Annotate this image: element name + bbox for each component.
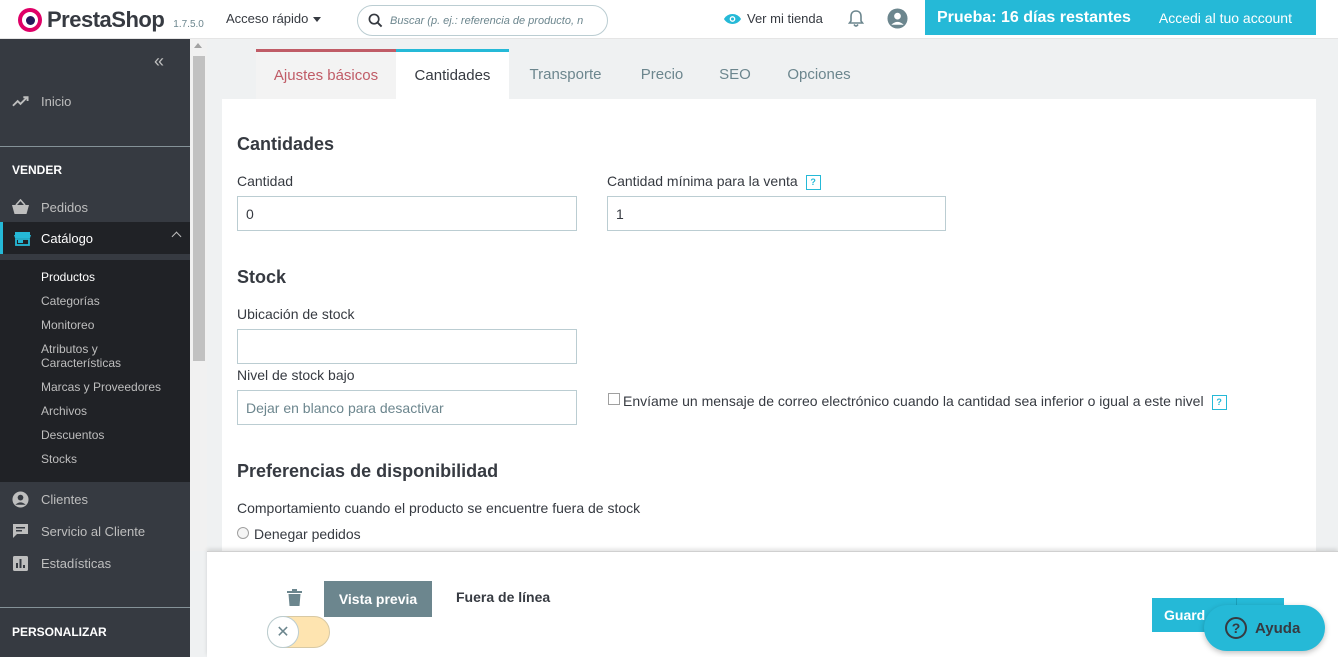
prestashop-logo-icon bbox=[18, 8, 42, 32]
email-alert-label-row: Envíame un mensaje de correo electrónico… bbox=[623, 393, 1227, 410]
sidebar-item-label: Inicio bbox=[41, 93, 72, 109]
offline-status-label: Fuera de línea bbox=[456, 589, 551, 605]
sidebar-item-label: Catálogo bbox=[41, 230, 94, 246]
sidebar-section-customize: PERSONALIZAR bbox=[12, 625, 107, 639]
sidebar-item-label: Estadísticas bbox=[41, 555, 112, 571]
version-label: 1.7.5.0 bbox=[173, 18, 204, 30]
help-circle-icon: ? bbox=[1225, 617, 1247, 639]
submenu-item-files[interactable]: Archivos bbox=[41, 404, 87, 418]
tab-shipping[interactable]: Transporte bbox=[509, 49, 622, 99]
sidebar-item-home[interactable]: Inicio bbox=[0, 90, 190, 112]
sidebar-item-orders[interactable]: Pedidos bbox=[0, 196, 190, 218]
submenu-item-attributes[interactable]: Atributos y Características bbox=[41, 342, 121, 370]
search-box[interactable] bbox=[357, 5, 608, 36]
min-quantity-input[interactable] bbox=[607, 196, 946, 231]
search-input[interactable] bbox=[390, 6, 604, 35]
product-footer-bar: Vista previa Fuera de línea ✕ Guard ? Ay… bbox=[207, 551, 1338, 657]
tab-options[interactable]: Opciones bbox=[768, 49, 870, 99]
submenu-item-categories[interactable]: Categorías bbox=[41, 294, 100, 308]
trash-icon bbox=[287, 589, 302, 606]
search-icon bbox=[368, 13, 383, 28]
sidebar-item-label: Pedidos bbox=[41, 199, 88, 215]
sidebar-item-customers[interactable]: Clientes bbox=[0, 488, 190, 510]
chevron-up-icon bbox=[171, 231, 182, 242]
eye-icon bbox=[723, 13, 742, 24]
tab-seo[interactable]: SEO bbox=[702, 49, 768, 99]
quantities-heading: Cantidades bbox=[237, 134, 335, 154]
min-quantity-label-text: Cantidad mínima para la venta bbox=[607, 173, 798, 189]
submenu-item-products[interactable]: Productos bbox=[41, 270, 95, 284]
sidebar-divider bbox=[0, 607, 190, 608]
stock-heading: Stock bbox=[237, 267, 287, 287]
scroll-up-arrow-icon[interactable] bbox=[194, 43, 202, 48]
stock-location-label: Ubicación de stock bbox=[237, 306, 355, 322]
save-label: Guard bbox=[1164, 607, 1206, 623]
store-icon bbox=[13, 231, 31, 246]
view-store-link[interactable]: Ver mi tienda bbox=[723, 11, 823, 26]
close-icon: ✕ bbox=[267, 616, 299, 648]
low-stock-label: Nivel de stock bajo bbox=[237, 367, 355, 383]
quantity-input[interactable] bbox=[237, 196, 577, 231]
deny-orders-radio[interactable] bbox=[237, 527, 249, 539]
view-store-label: Ver mi tienda bbox=[747, 11, 823, 26]
account-circle-icon bbox=[12, 490, 29, 508]
user-icon bbox=[887, 8, 908, 29]
availability-heading: Preferencias de disponibilidad bbox=[237, 461, 499, 481]
shopping-basket-icon bbox=[12, 199, 29, 214]
sidebar-item-label: Clientes bbox=[41, 491, 88, 507]
sidebar-divider bbox=[0, 146, 190, 147]
delete-button[interactable] bbox=[287, 589, 302, 609]
trial-account-link[interactable]: Accedi al tuo account bbox=[1159, 10, 1292, 26]
help-label: Ayuda bbox=[1255, 619, 1301, 637]
tab-basic-settings[interactable]: Ajustes básicos bbox=[256, 49, 396, 99]
logo[interactable]: PrestaShop 1.7.5.0 bbox=[18, 7, 204, 33]
catalog-submenu: Productos Categorías Monitoreo Atributos… bbox=[0, 260, 190, 482]
trending-up-icon bbox=[12, 95, 29, 106]
submenu-item-monitoring[interactable]: Monitoreo bbox=[41, 318, 94, 332]
sidebar-item-customer-service[interactable]: Servicio al Cliente bbox=[0, 520, 190, 542]
user-menu-button[interactable] bbox=[887, 8, 908, 32]
sidebar-item-catalog[interactable]: Catálogo bbox=[0, 222, 190, 254]
sidebar-section-sell: VENDER bbox=[12, 163, 63, 177]
scrollbar-thumb[interactable] bbox=[193, 56, 205, 361]
submenu-item-discounts[interactable]: Descuentos bbox=[41, 428, 104, 442]
notifications-button[interactable] bbox=[847, 9, 865, 31]
bar-chart-icon bbox=[13, 555, 28, 571]
submenu-item-stocks[interactable]: Stocks bbox=[41, 452, 77, 466]
tab-pricing[interactable]: Precio bbox=[622, 49, 702, 99]
email-alert-label: Envíame un mensaje de correo electrónico… bbox=[623, 393, 1204, 409]
sidebar: « Inicio VENDER Pedidos Catálogo Product… bbox=[0, 39, 190, 657]
trial-days-label: Prueba: 16 días restantes bbox=[937, 8, 1131, 26]
quick-access-dropdown[interactable]: Acceso rápido bbox=[226, 11, 322, 26]
quantity-label: Cantidad bbox=[237, 173, 294, 189]
help-button[interactable]: ? Ayuda bbox=[1204, 605, 1325, 651]
out-of-stock-behavior-label: Comportamiento cuando el producto se enc… bbox=[237, 500, 641, 516]
email-alert-checkbox[interactable] bbox=[608, 393, 620, 405]
product-tabs: Ajustes básicos Cantidades Transporte Pr… bbox=[256, 49, 870, 99]
caret-down-icon bbox=[313, 17, 322, 23]
submenu-item-brands[interactable]: Marcas y Proveedores bbox=[41, 380, 161, 394]
brand-name: PrestaShop bbox=[47, 7, 165, 32]
trial-banner[interactable]: Prueba: 16 días restantes Accedi al tuo … bbox=[925, 0, 1316, 35]
quick-access-label: Acceso rápido bbox=[226, 11, 309, 26]
stock-location-input[interactable] bbox=[237, 329, 577, 364]
help-icon[interactable]: ? bbox=[1211, 394, 1227, 410]
bell-icon bbox=[847, 10, 865, 27]
collapse-sidebar-icon[interactable]: « bbox=[154, 51, 164, 72]
low-stock-input[interactable] bbox=[237, 390, 577, 425]
tab-quantities[interactable]: Cantidades bbox=[396, 49, 509, 99]
sidebar-item-stats[interactable]: Estadísticas bbox=[0, 552, 190, 574]
deny-orders-label: Denegar pedidos bbox=[254, 526, 361, 542]
quantities-panel: Cantidades Cantidad Cantidad mínima para… bbox=[222, 99, 1316, 551]
min-quantity-label: Cantidad mínima para la venta? bbox=[607, 173, 821, 190]
help-icon[interactable]: ? bbox=[805, 174, 821, 190]
chat-icon bbox=[13, 524, 28, 538]
top-bar: PrestaShop 1.7.5.0 Acceso rápido Ver mi … bbox=[0, 0, 1338, 39]
online-toggle[interactable]: ✕ bbox=[267, 616, 330, 648]
preview-button[interactable]: Vista previa bbox=[324, 581, 432, 617]
sidebar-item-label: Servicio al Cliente bbox=[41, 523, 146, 539]
